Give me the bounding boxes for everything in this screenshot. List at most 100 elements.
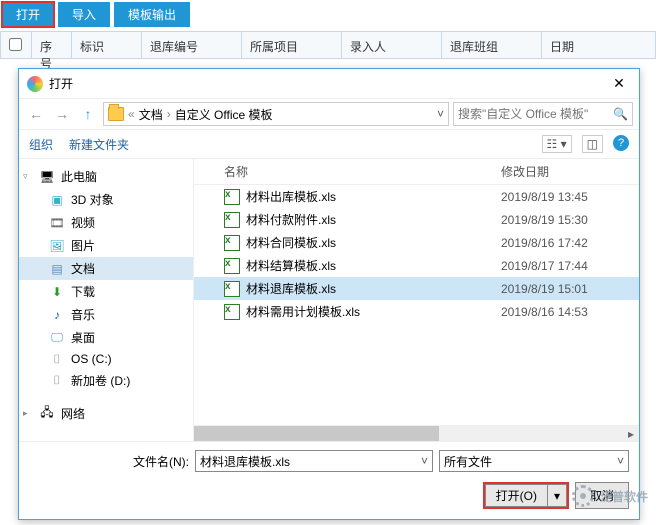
nav-back-button: ← — [25, 103, 47, 125]
search-box[interactable]: 🔍 — [453, 102, 633, 126]
pc-icon — [39, 170, 55, 184]
open-dropdown-button[interactable]: ▾ — [548, 484, 567, 507]
open-split-button[interactable]: 打开(O) ▾ — [483, 482, 569, 509]
file-pane: 名称 修改日期 材料出库模板.xls2019/8/19 13:45材料付款附件.… — [194, 159, 639, 441]
close-icon[interactable]: ✕ — [607, 75, 631, 92]
search-icon[interactable]: 🔍 — [613, 107, 628, 121]
breadcrumb-dropdown[interactable]: ˅ — [437, 107, 444, 121]
file-row[interactable]: 材料结算模板.xls2019/8/17 17:44 — [194, 254, 639, 277]
tree-downloads[interactable]: 下载 — [19, 280, 193, 303]
chevron-down-icon[interactable]: ˅ — [421, 454, 428, 468]
col-date[interactable]: 日期 — [542, 32, 656, 58]
dialog-titlebar: 打开 ✕ — [19, 69, 639, 99]
col-entered-by[interactable]: 录入人 — [342, 32, 442, 58]
select-all-checkbox[interactable] — [9, 38, 22, 51]
download-icon — [49, 285, 65, 299]
preview-pane-button[interactable]: ◫ — [582, 135, 603, 153]
tree-this-pc[interactable]: ▿此电脑 — [19, 165, 193, 188]
file-name: 材料合同模板.xls — [246, 234, 501, 251]
search-input[interactable] — [458, 107, 613, 121]
filetype-filter[interactable]: 所有文件 ˅ — [439, 450, 629, 472]
grid-header: 序号 标识 退库编号 所属项目 录入人 退库班组 日期 — [0, 31, 656, 59]
file-row[interactable]: 材料付款附件.xls2019/8/19 15:30 — [194, 208, 639, 231]
file-row[interactable]: 材料合同模板.xls2019/8/16 17:42 — [194, 231, 639, 254]
tree-drive-c[interactable]: OS (C:) — [19, 349, 193, 369]
col-return-team[interactable]: 退库班组 — [442, 32, 542, 58]
scrollbar-thumb[interactable] — [194, 426, 439, 441]
file-list[interactable]: 材料出库模板.xls2019/8/19 13:45材料付款附件.xls2019/… — [194, 185, 639, 425]
app-toolbar: 打开 导入 模板输出 — [0, 0, 656, 29]
file-date: 2019/8/16 14:53 — [501, 305, 631, 319]
horizontal-scrollbar[interactable]: ◂ ▸ — [194, 425, 639, 441]
open-button[interactable]: 打开 — [2, 2, 54, 27]
col-project[interactable]: 所属项目 — [242, 32, 342, 58]
open-file-button[interactable]: 打开(O) — [485, 484, 548, 507]
drive-icon — [49, 374, 65, 388]
file-date: 2019/8/19 13:45 — [501, 190, 631, 204]
music-icon — [49, 308, 65, 322]
tree-videos[interactable]: 视频 — [19, 211, 193, 234]
col-checkbox[interactable] — [0, 32, 32, 58]
tree-label: 此电脑 — [61, 168, 97, 185]
folder-icon — [108, 107, 124, 121]
file-date: 2019/8/17 17:44 — [501, 259, 631, 273]
breadcrumb-part[interactable]: 自定义 Office 模板 — [175, 106, 273, 123]
cube-icon — [49, 193, 65, 207]
file-name: 材料需用计划模板.xls — [246, 303, 501, 320]
template-output-button[interactable]: 模板输出 — [114, 2, 190, 27]
file-row[interactable]: 材料出库模板.xls2019/8/19 13:45 — [194, 185, 639, 208]
file-row[interactable]: 材料需用计划模板.xls2019/8/16 14:53 — [194, 300, 639, 323]
dialog-toolbar: 组织 新建文件夹 ☷ ▾ ◫ ? — [19, 129, 639, 159]
file-name: 材料付款附件.xls — [246, 211, 501, 228]
document-icon — [49, 262, 65, 276]
filename-combo[interactable]: ˅ — [195, 450, 433, 472]
breadcrumb[interactable]: « 文档 › 自定义 Office 模板 ˅ — [103, 102, 449, 126]
tree-label: 视频 — [71, 214, 95, 231]
file-name: 材料出库模板.xls — [246, 188, 501, 205]
drive-icon — [49, 352, 65, 366]
dialog-bottom: 文件名(N): ˅ 所有文件 ˅ 打开(O) ▾ 取消 — [19, 441, 639, 519]
tree-label: 图片 — [71, 237, 95, 254]
filter-label: 所有文件 — [444, 453, 492, 470]
col-filename[interactable]: 名称 — [224, 163, 501, 180]
tree-3d-objects[interactable]: 3D 对象 — [19, 188, 193, 211]
tree-documents[interactable]: 文档 — [19, 257, 193, 280]
tree-pictures[interactable]: 图片 — [19, 234, 193, 257]
file-date: 2019/8/19 15:01 — [501, 282, 631, 296]
desktop-icon — [49, 331, 65, 345]
tree-desktop[interactable]: 桌面 — [19, 326, 193, 349]
filename-label: 文件名(N): — [29, 453, 189, 470]
xls-file-icon — [224, 258, 240, 274]
filename-input[interactable] — [200, 454, 421, 468]
cancel-button[interactable]: 取消 — [575, 482, 629, 509]
tree-label: OS (C:) — [71, 352, 112, 366]
file-row[interactable]: 材料退库模板.xls2019/8/19 15:01 — [194, 277, 639, 300]
chevron-down-icon[interactable]: ˅ — [617, 454, 624, 468]
organize-menu[interactable]: 组织 — [29, 136, 53, 153]
picture-icon — [49, 239, 65, 253]
tree-network[interactable]: ▸网络 — [19, 402, 193, 425]
dialog-title: 打开 — [49, 75, 607, 92]
import-button[interactable]: 导入 — [58, 2, 110, 27]
view-mode-button[interactable]: ☷ ▾ — [542, 135, 572, 153]
xls-file-icon — [224, 235, 240, 251]
xls-file-icon — [224, 281, 240, 297]
tree-label: 3D 对象 — [71, 191, 114, 208]
tree-label: 网络 — [61, 405, 85, 422]
new-folder-button[interactable]: 新建文件夹 — [69, 136, 129, 153]
nav-tree[interactable]: ▿此电脑 3D 对象 视频 图片 文档 下载 音乐 桌面 OS (C:) 新加卷… — [19, 159, 194, 441]
col-seq[interactable]: 序号 — [32, 32, 72, 58]
file-name: 材料退库模板.xls — [246, 280, 501, 297]
tree-music[interactable]: 音乐 — [19, 303, 193, 326]
help-button[interactable]: ? — [613, 135, 629, 151]
breadcrumb-part[interactable]: 文档 — [139, 106, 163, 123]
nav-up-button[interactable]: ↑ — [77, 103, 99, 125]
col-flag[interactable]: 标识 — [72, 32, 142, 58]
network-icon — [39, 407, 55, 421]
tree-drive-d[interactable]: 新加卷 (D:) — [19, 369, 193, 392]
xls-file-icon — [224, 304, 240, 320]
col-return-no[interactable]: 退库编号 — [142, 32, 242, 58]
file-list-header: 名称 修改日期 — [194, 159, 639, 185]
scroll-right-arrow[interactable]: ▸ — [623, 426, 639, 441]
col-modified[interactable]: 修改日期 — [501, 163, 631, 180]
